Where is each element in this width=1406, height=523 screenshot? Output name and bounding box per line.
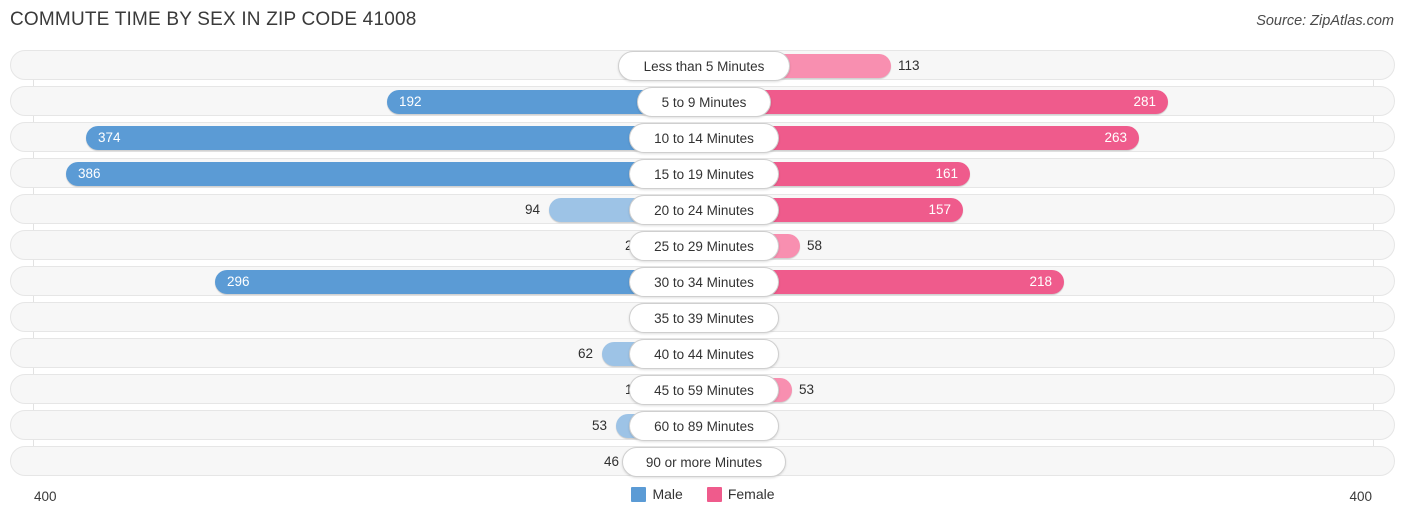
category-label: 30 to 34 Minutes [629,267,779,297]
table-row: 62040 to 44 Minutes [10,338,1395,369]
legend-swatch-male [631,486,647,502]
bar-male [86,126,704,150]
category-label: 90 or more Minutes [621,447,787,477]
table-row: 46090 or more Minutes [10,446,1395,477]
table-row: 374 263 10 to 14 Minutes [10,122,1395,153]
category-label: 5 to 9 Minutes [636,87,772,117]
table-row: 155345 to 59 Minutes [10,374,1395,405]
bar-value-female: 281 [1133,94,1156,109]
legend-label: Male [652,486,683,502]
bar-value-female: 157 [928,202,951,217]
category-label: 35 to 39 Minutes [629,303,779,333]
table-row: 4035 to 39 Minutes [10,302,1395,333]
table-row: 53060 to 89 Minutes [10,410,1395,441]
table-row: 94 157 20 to 24 Minutes [10,194,1395,225]
category-label: 10 to 14 Minutes [629,123,779,153]
table-row: 23113Less than 5 Minutes [10,50,1395,81]
category-label: 25 to 29 Minutes [629,231,779,261]
table-row: 225825 to 29 Minutes [10,230,1395,261]
table-row: 192 281 5 to 9 Minutes [10,86,1395,117]
legend-label: Female [727,486,775,502]
category-label: Less than 5 Minutes [618,51,790,81]
category-label: 45 to 59 Minutes [629,375,779,405]
bar-value-male: 53 [591,418,607,433]
bar-value-male: 296 [227,274,250,289]
table-row: 386 161 15 to 19 Minutes [10,158,1395,189]
bar-value-female: 218 [1029,274,1052,289]
legend-swatch-female [706,486,722,502]
bar-value-male: 62 [577,346,593,361]
bar-value-male: 192 [399,94,422,109]
bar-value-male: 386 [78,166,101,181]
bar-male [66,162,704,186]
bar-value-female: 263 [1104,130,1127,145]
source-attribution: Source: ZipAtlas.com [1256,13,1394,29]
bar-value-male: 94 [524,202,540,217]
bar-value-female: 53 [799,382,815,397]
category-label: 60 to 89 Minutes [629,411,779,441]
table-row: 296 218 30 to 34 Minutes [10,266,1395,297]
plot-area: 23113Less than 5 Minutes1922815 to 9 Min… [0,50,1406,485]
bar-value-male: 46 [603,454,619,469]
chart-container: COMMUTE TIME BY SEX IN ZIP CODE 41008 So… [0,0,1406,523]
legend-item-male[interactable]: Male [631,486,683,502]
chart-legend: Male Female [0,486,1406,502]
bar-value-female: 161 [935,166,958,181]
category-label: 15 to 19 Minutes [629,159,779,189]
category-label: 20 to 24 Minutes [629,195,779,225]
bar-female [704,90,1168,114]
bar-value-male: 374 [98,130,121,145]
page-title: COMMUTE TIME BY SEX IN ZIP CODE 41008 [10,9,417,30]
bar-value-female: 113 [898,58,920,73]
category-label: 40 to 44 Minutes [629,339,779,369]
bar-value-female: 58 [807,238,823,253]
legend-item-female[interactable]: Female [706,486,775,502]
